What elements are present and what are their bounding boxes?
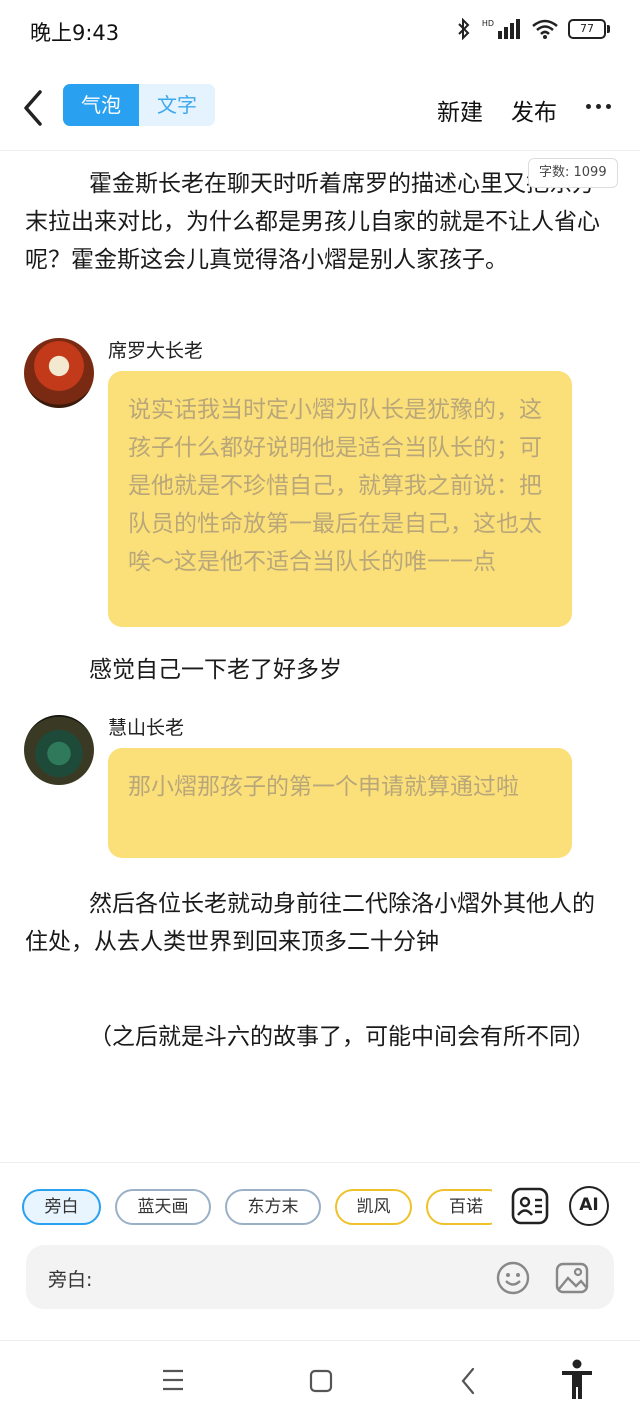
- more-icon[interactable]: [586, 104, 611, 109]
- chip-bainuo[interactable]: 百诺: [426, 1189, 492, 1225]
- new-button[interactable]: 新建: [437, 93, 483, 127]
- wifi-icon: [532, 19, 558, 39]
- narration-paragraph[interactable]: （之后就是斗六的故事了，可能中间会有所不同）: [25, 1018, 605, 1056]
- input-speaker-label: 旁白:: [48, 1269, 93, 1291]
- status-bar: 晚上9:43 HD 77: [0, 0, 640, 62]
- dialogue-input[interactable]: 旁白:: [26, 1245, 614, 1309]
- nav-back-icon[interactable]: [458, 1363, 478, 1399]
- chip-dongfangmo[interactable]: 东方末: [225, 1189, 321, 1225]
- home-icon[interactable]: [309, 1363, 333, 1399]
- contacts-icon[interactable]: [510, 1186, 550, 1226]
- back-icon[interactable]: [18, 86, 48, 130]
- signal-icon: [498, 19, 520, 39]
- menu-icon[interactable]: [161, 1363, 185, 1399]
- character-name: 慧山长老: [108, 717, 185, 739]
- emoji-icon[interactable]: [496, 1261, 530, 1295]
- chat-bubble[interactable]: 那小熠那孩子的第一个申请就算通过啦: [108, 748, 572, 858]
- status-time: 晚上9:43: [30, 21, 120, 45]
- ai-icon[interactable]: AI: [569, 1186, 609, 1226]
- publish-button[interactable]: 发布: [511, 93, 557, 127]
- mode-switch: 气泡 文字: [63, 84, 215, 126]
- narration-paragraph[interactable]: 霍金斯长老在聊天时听着席罗的描述心里又把东方末拉出来对比，为什么都是男孩儿自家的…: [25, 165, 605, 279]
- chip-scroll-clip: 百诺: [426, 1189, 492, 1225]
- status-icons: HD 77: [456, 18, 610, 40]
- chip-lantianhua[interactable]: 蓝天画: [115, 1189, 211, 1225]
- tab-bubble[interactable]: 气泡: [63, 84, 139, 126]
- chip-kaifeng[interactable]: 凯风: [335, 1189, 412, 1225]
- chip-narrator[interactable]: 旁白: [22, 1189, 101, 1225]
- image-icon[interactable]: [555, 1261, 589, 1295]
- chat-bubble[interactable]: 说实话我当时定小熠为队长是犹豫的，这孩子什么都好说明他是适合当队长的；可是他就是…: [108, 371, 572, 627]
- avatar-huishan[interactable]: [24, 715, 94, 785]
- word-count-badge: 字数: 1099: [528, 158, 618, 188]
- narration-paragraph[interactable]: 然后各位长老就动身前往二代除洛小熠外其他人的住处，从去人类世界到回来顶多二十分钟: [25, 885, 605, 961]
- network-type: HD: [481, 18, 494, 28]
- avatar-xiluo[interactable]: [24, 338, 94, 408]
- narration-line[interactable]: 感觉自己一下老了好多岁: [25, 651, 605, 689]
- accessibility-icon[interactable]: [560, 1359, 594, 1401]
- divider: [0, 150, 640, 151]
- tab-text[interactable]: 文字: [139, 84, 215, 126]
- bluetooth-icon: [458, 18, 470, 40]
- system-nav-bar: [0, 1340, 640, 1423]
- battery-indicator: 77: [568, 19, 610, 39]
- character-name: 席罗大长老: [108, 340, 204, 362]
